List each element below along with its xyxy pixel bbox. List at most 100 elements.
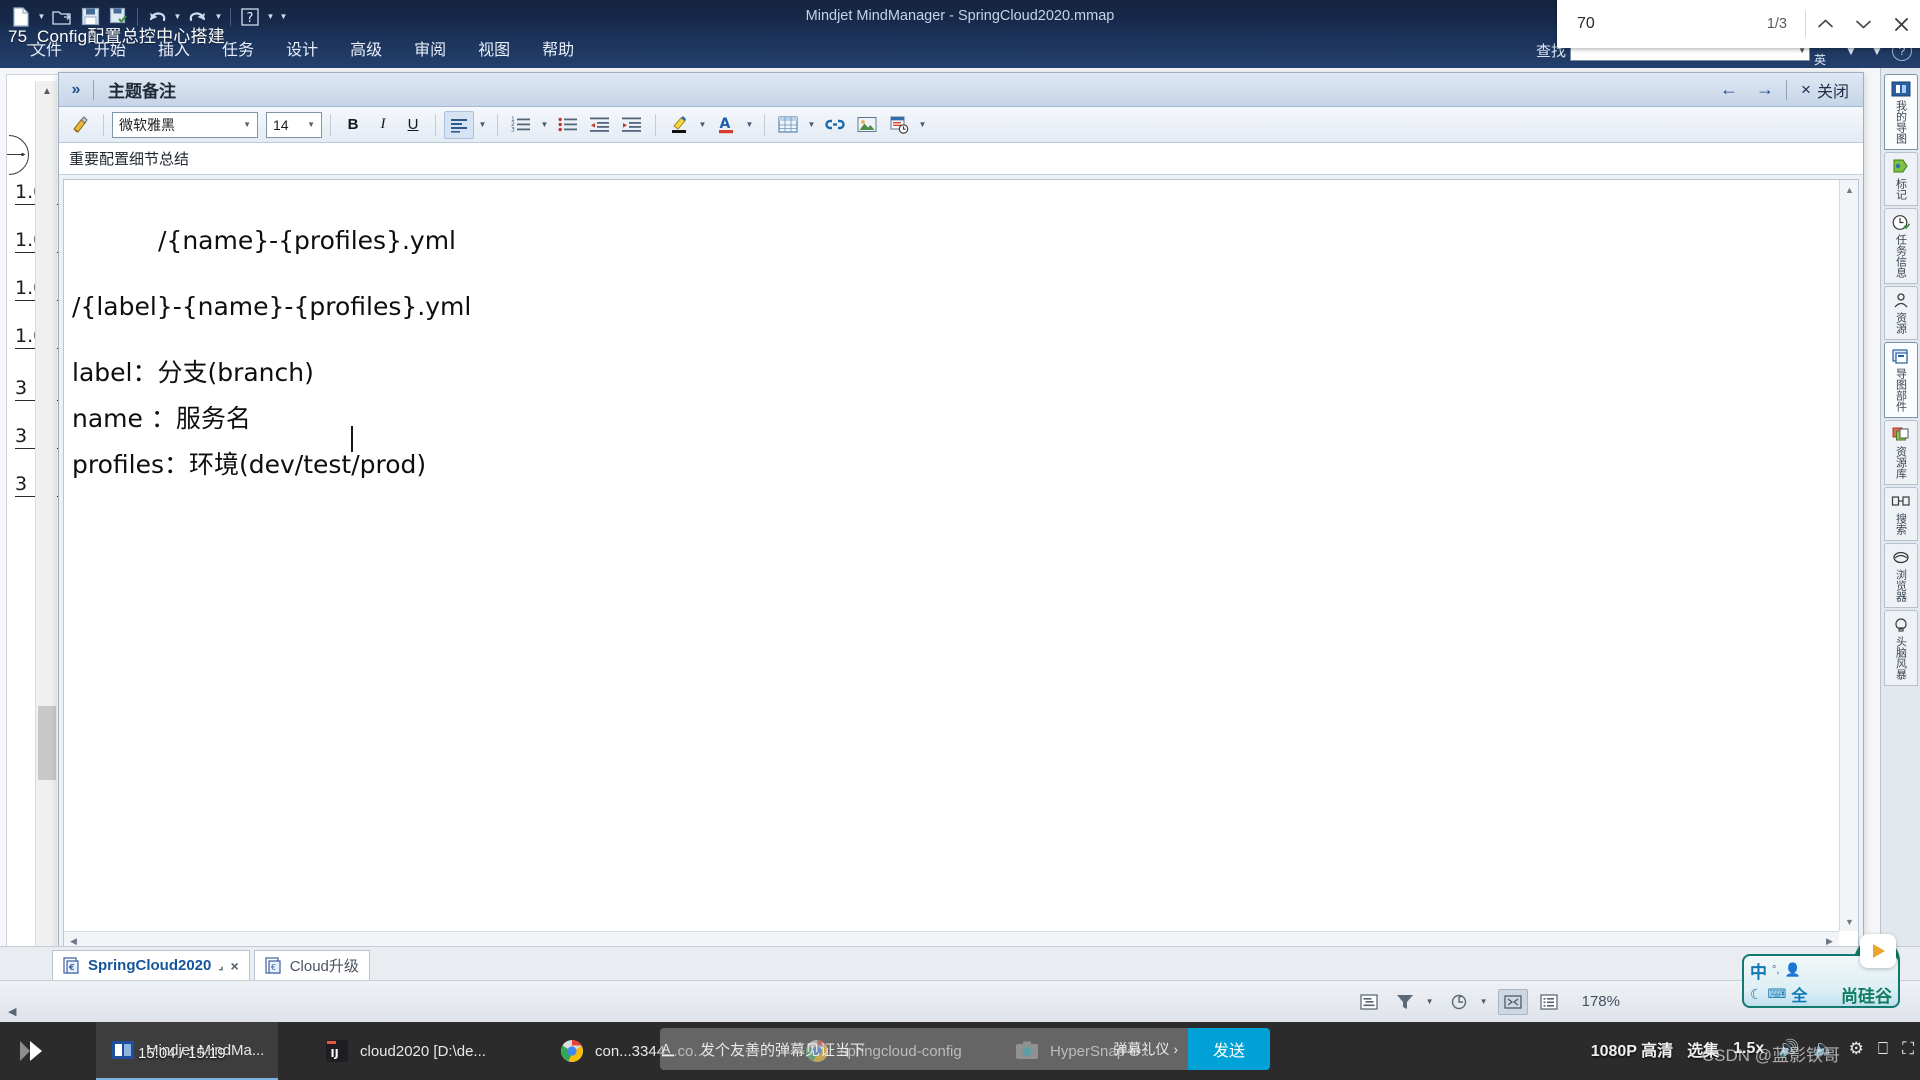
- scroll-up-icon[interactable]: ▲: [36, 81, 58, 101]
- find-next-icon[interactable]: [1844, 0, 1882, 48]
- outline-view-icon[interactable]: [1354, 989, 1384, 1015]
- screen-root: 1.0 1.0 1.0 1.0 3 3 3 ▲ » 主题备注 ← → × 关闭 …: [0, 0, 1920, 1080]
- status-bar: ▼ ▼ 178%: [0, 980, 1920, 1022]
- sidebar-tab-resources[interactable]: 资源: [1883, 286, 1918, 340]
- underline-button[interactable]: U: [399, 112, 427, 138]
- notes-forward-icon[interactable]: →: [1750, 79, 1780, 100]
- table-dropdown-icon[interactable]: ▼: [805, 111, 818, 139]
- doc-tab-label: Cloud升级: [289, 958, 359, 975]
- find-query-input[interactable]: 70: [1577, 15, 1767, 33]
- font-color-icon[interactable]: A: [711, 111, 741, 139]
- fullscreen-icon[interactable]: ⛶: [1902, 1039, 1914, 1059]
- danmaku-send-button[interactable]: 发送: [1188, 1028, 1270, 1070]
- taskbar-item-label: cloud2020 [D:\de...: [360, 1042, 486, 1060]
- ime-width-mode[interactable]: 全: [1791, 982, 1807, 1006]
- decrease-indent-icon[interactable]: [585, 111, 615, 139]
- doc-tab-springcloud2020[interactable]: € SpringCloud2020 ⌟ ×: [52, 950, 250, 980]
- sidebar-tab-label: 资源: [1894, 312, 1907, 334]
- menu-item-review[interactable]: 审阅: [398, 33, 462, 68]
- tab-close-icon[interactable]: ×: [231, 958, 239, 974]
- popout-icon[interactable]: ⌟: [218, 959, 223, 972]
- notes-close-label: 关闭: [1816, 83, 1849, 101]
- fit-map-icon[interactable]: [1497, 988, 1528, 1015]
- bold-button[interactable]: B: [339, 112, 367, 138]
- sidebar-tab-my-maps[interactable]: 我的导图: [1883, 74, 1918, 150]
- taskbar-item-intellij[interactable]: IJ cloud2020 [D:\de...: [310, 1022, 500, 1080]
- scrollbar-thumb[interactable]: [38, 706, 56, 780]
- filter-dropdown-icon[interactable]: ▼: [1426, 997, 1438, 1006]
- history-icon[interactable]: [1444, 989, 1474, 1015]
- map-document-icon: €: [265, 956, 283, 975]
- numbered-list-icon[interactable]: 123: [506, 111, 536, 139]
- ime-punctuation-icon[interactable]: °,: [1772, 964, 1779, 976]
- font-size-combobox[interactable]: 14 ▼: [266, 111, 322, 138]
- expand-chevrons-icon[interactable]: »: [59, 81, 93, 99]
- wide-screen-icon[interactable]: ⎕: [1878, 1039, 1888, 1059]
- danmaku-etiquette-link[interactable]: 弹幕礼仪 ›: [1113, 1039, 1188, 1059]
- note-subject-line[interactable]: 重要配置细节总结: [59, 143, 1863, 175]
- note-editor[interactable]: /{name}-{profiles}.yml /{label}-{name}-{…: [64, 180, 1838, 930]
- sidebar-tab-markers[interactable]: 标记: [1883, 152, 1918, 206]
- increase-indent-icon[interactable]: [617, 111, 647, 139]
- highlight-dropdown-icon[interactable]: ▼: [696, 111, 709, 139]
- font-color-dropdown-icon[interactable]: ▼: [743, 111, 756, 139]
- doc-tab-cloud-upgrade[interactable]: € Cloud升级: [253, 950, 370, 980]
- chrome-icon: [559, 1038, 585, 1064]
- customize-qat-icon[interactable]: ▼: [278, 4, 289, 30]
- scroll-down-icon[interactable]: ▼: [1840, 912, 1859, 931]
- image-icon[interactable]: [852, 111, 882, 139]
- notes-back-icon[interactable]: ←: [1714, 79, 1744, 100]
- notes-close-button[interactable]: × 关闭: [1793, 78, 1849, 102]
- danmaku-input[interactable]: 发个友善的弹幕见证当下: [700, 1039, 1113, 1060]
- detail-view-icon[interactable]: [1534, 989, 1564, 1015]
- moon-icon[interactable]: ☾: [1750, 986, 1763, 1003]
- status-scroll-left-icon[interactable]: ◀: [8, 1005, 16, 1018]
- help-icon[interactable]: ?: [237, 4, 263, 30]
- video-quality-button[interactable]: 1080P 高清: [1591, 1037, 1673, 1061]
- sidebar-tab-label: 导图部件: [1894, 368, 1907, 412]
- attachment-icon[interactable]: [884, 111, 914, 139]
- user-icon[interactable]: 👤: [1784, 962, 1800, 978]
- sidebar-tab-map-parts[interactable]: 导图部件: [1883, 342, 1918, 418]
- attachment-dropdown-icon[interactable]: ▼: [916, 111, 929, 139]
- bullet-list-icon[interactable]: [553, 111, 583, 139]
- settings-gear-icon[interactable]: ⚙: [1849, 1039, 1864, 1059]
- find-close-icon[interactable]: [1882, 0, 1920, 48]
- menu-item-design[interactable]: 设计: [270, 33, 334, 68]
- menu-item-help[interactable]: 帮助: [526, 33, 590, 68]
- note-vertical-scrollbar[interactable]: ▲ ▼: [1839, 180, 1858, 931]
- sidebar-tab-brainstorm[interactable]: 头脑风暴: [1883, 610, 1918, 686]
- danmaku-input-bar[interactable]: A 发个友善的弹幕见证当下 弹幕礼仪 › 发送: [660, 1028, 1270, 1070]
- sidebar-tab-task-info[interactable]: 任务信息: [1883, 208, 1918, 284]
- ime-mode-chinese[interactable]: 中: [1750, 958, 1767, 983]
- ime-play-button[interactable]: [1860, 934, 1896, 968]
- danmaku-style-icon[interactable]: A: [660, 1040, 700, 1058]
- sidebar-tab-library[interactable]: 资源库: [1883, 420, 1918, 485]
- menu-item-view[interactable]: 视图: [462, 33, 526, 68]
- format-painter-icon[interactable]: [65, 111, 95, 139]
- zoom-level[interactable]: 178%: [1582, 993, 1620, 1010]
- italic-button[interactable]: I: [369, 112, 397, 138]
- hyperlink-icon[interactable]: [820, 111, 850, 139]
- font-name-combobox[interactable]: 微软雅黑 ▼: [112, 111, 258, 138]
- filter-icon[interactable]: [1390, 989, 1420, 1015]
- keyboard-icon[interactable]: ⌨: [1768, 986, 1787, 1002]
- start-button[interactable]: [14, 1034, 48, 1068]
- sidebar-tab-browser[interactable]: 浏览器: [1883, 543, 1918, 608]
- numbered-list-dropdown-icon[interactable]: ▼: [538, 111, 551, 139]
- align-dropdown-icon[interactable]: ▼: [476, 111, 489, 139]
- menu-item-advanced[interactable]: 高级: [334, 33, 398, 68]
- sidebar-tab-search[interactable]: 搜索: [1883, 487, 1918, 541]
- mindmap-canvas[interactable]: 1.0 1.0 1.0 1.0 3 3 3 ▲: [6, 74, 66, 954]
- intellij-icon: IJ: [324, 1038, 350, 1064]
- history-dropdown-icon[interactable]: ▼: [1480, 997, 1492, 1006]
- align-left-icon[interactable]: [444, 110, 474, 139]
- scroll-up-icon[interactable]: ▲: [1840, 180, 1859, 199]
- table-icon[interactable]: [773, 111, 803, 139]
- help-dropdown-icon[interactable]: ▼: [265, 4, 276, 30]
- find-prev-icon[interactable]: [1806, 0, 1844, 48]
- chevron-down-icon[interactable]: ▼: [239, 120, 255, 129]
- highlight-icon[interactable]: [664, 111, 694, 139]
- chevron-down-icon[interactable]: ▼: [303, 120, 319, 129]
- map-vertical-scrollbar[interactable]: ▲: [35, 81, 58, 953]
